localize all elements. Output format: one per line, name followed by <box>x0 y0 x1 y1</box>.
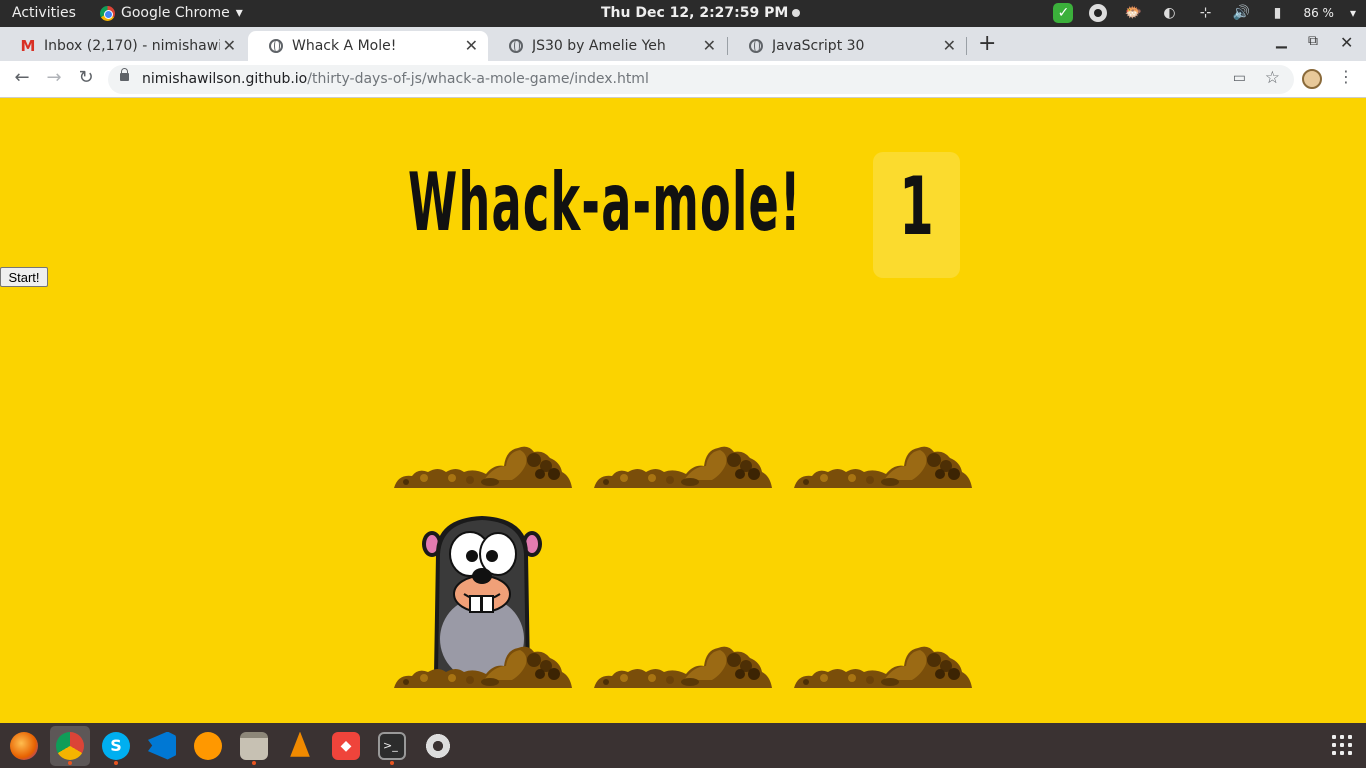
globe-icon <box>268 38 284 54</box>
score-value: 1 <box>899 160 934 253</box>
reload-button[interactable]: ↻ <box>74 67 98 88</box>
firefox-icon <box>10 731 38 760</box>
url-host: nimishawilson.github.io <box>142 71 308 87</box>
forward-button[interactable]: → <box>42 67 66 88</box>
battery-level: 86 % <box>1303 6 1334 20</box>
check-icon[interactable]: ✓ <box>1053 3 1074 23</box>
battery-icon[interactable]: ▮ <box>1267 3 1287 23</box>
bookmark-star-icon[interactable]: ☆ <box>1265 68 1280 88</box>
new-tab-button[interactable]: + <box>978 31 996 56</box>
skype-icon: S <box>102 731 130 760</box>
close-window-button[interactable]: ✕ <box>1340 33 1353 52</box>
minimize-button[interactable]: ▁ <box>1276 33 1287 49</box>
running-indicator <box>390 760 394 765</box>
clock[interactable]: Thu Dec 12, 2:27:59 PM <box>601 5 801 21</box>
hole-2[interactable] <box>594 288 772 488</box>
running-indicator <box>252 760 256 765</box>
page-title: Whack-a-mole! <box>408 156 802 249</box>
close-icon[interactable]: ✕ <box>223 36 236 55</box>
vscode-icon <box>148 731 176 760</box>
globe-icon <box>508 38 524 54</box>
dirt-mound <box>794 646 972 688</box>
system-tray[interactable]: ✓ 🐡 ◐ ⊹ 🔊 ▮ 86 % ▾ <box>1053 3 1356 23</box>
chevron-down-icon: ▾ <box>235 5 243 21</box>
show-applications-button[interactable] <box>1332 735 1352 755</box>
dirt-mound <box>594 446 772 488</box>
dock-item-sublime[interactable] <box>188 726 228 766</box>
close-icon[interactable]: ✕ <box>943 36 956 55</box>
app-menu-label: Google Chrome <box>121 5 230 21</box>
network-icon[interactable]: ⊹ <box>1195 3 1215 23</box>
back-button[interactable]: ← <box>10 67 34 88</box>
running-indicator <box>114 760 118 765</box>
cast-icon[interactable]: ▭ <box>1233 70 1246 86</box>
url-path: /thirty-days-of-js/whack-a-mole-game/ind… <box>307 71 649 87</box>
score-box: 1 <box>873 152 960 278</box>
tab-strip: M Inbox (2,170) - nimishawilson ✕ Whack … <box>0 27 1366 61</box>
tab-gmail[interactable]: M Inbox (2,170) - nimishawilson ✕ <box>0 31 246 61</box>
files-icon <box>240 731 268 760</box>
tab-js30-amelie[interactable]: JS30 by Amelie Yeh ✕ <box>488 31 726 61</box>
dock-item-settings[interactable] <box>418 726 458 766</box>
ubuntu-dock: S ◆ >_ <box>0 723 1366 768</box>
dock-item-terminal[interactable]: >_ <box>372 726 412 766</box>
close-icon[interactable]: ✕ <box>465 36 478 55</box>
settings-gear-icon <box>424 731 452 760</box>
running-indicator <box>68 760 72 765</box>
sublime-icon <box>194 731 222 760</box>
menu-kebab-icon[interactable]: ⋮ <box>1338 67 1354 86</box>
notification-dot <box>792 9 801 17</box>
dirt-mound <box>394 446 572 488</box>
restore-button[interactable]: ⧉ <box>1308 33 1318 49</box>
fish-icon[interactable]: 🐡 <box>1123 3 1143 23</box>
volume-icon[interactable]: 🔊 <box>1231 3 1251 23</box>
dirt-mound <box>394 646 572 688</box>
tab-title: Whack A Mole! <box>292 38 397 54</box>
anydesk-icon: ◆ <box>332 731 360 760</box>
dock-item-skype[interactable]: S <box>96 726 136 766</box>
lock-icon[interactable] <box>120 68 129 81</box>
eye-icon[interactable] <box>1089 4 1108 22</box>
hole-6[interactable] <box>794 488 972 688</box>
terminal-icon: >_ <box>378 731 406 760</box>
profile-avatar[interactable] <box>1302 69 1322 89</box>
tab-title: JavaScript 30 <box>772 38 865 54</box>
browser-toolbar: ← → ↻ nimishawilson.github.io/thirty-day… <box>0 61 1366 98</box>
start-button[interactable]: Start! <box>0 267 48 287</box>
chrome-icon <box>56 731 84 760</box>
gmail-icon: M <box>20 37 36 55</box>
tab-javascript30[interactable]: JavaScript 30 ✕ <box>728 31 966 61</box>
hole-1[interactable] <box>394 288 572 488</box>
hole-3[interactable] <box>794 288 972 488</box>
system-top-bar: Activities Google Chrome ▾ Thu Dec 12, 2… <box>0 0 1366 27</box>
dock-item-firefox[interactable] <box>4 726 44 766</box>
vlc-cone-icon <box>290 731 310 757</box>
dirt-mound <box>794 446 972 488</box>
tab-title: Inbox (2,170) - nimishawilson <box>44 38 220 54</box>
whack-a-mole-page: Whack-a-mole! 1 Start! <box>0 98 1366 723</box>
dock-item-vscode[interactable] <box>142 726 182 766</box>
dock-item-chrome[interactable] <box>50 725 90 766</box>
url-text[interactable]: nimishawilson.github.io/thirty-days-of-j… <box>142 71 649 87</box>
tab-separator <box>966 37 967 55</box>
sync-icon[interactable]: ◐ <box>1159 3 1179 23</box>
hole-4[interactable] <box>394 488 572 688</box>
dock-item-files[interactable] <box>234 726 274 766</box>
dock-item-vlc[interactable] <box>280 726 320 766</box>
address-bar[interactable]: nimishawilson.github.io/thirty-days-of-j… <box>108 65 1294 94</box>
chevron-down-icon[interactable]: ▾ <box>1350 6 1356 20</box>
hole-5[interactable] <box>594 488 772 688</box>
app-menu[interactable]: Google Chrome ▾ <box>100 5 243 21</box>
chrome-icon <box>100 5 115 21</box>
dirt-mound <box>594 646 772 688</box>
close-icon[interactable]: ✕ <box>703 36 716 55</box>
activities-button[interactable]: Activities <box>12 5 76 21</box>
globe-icon <box>748 38 764 54</box>
dock-item-anydesk[interactable]: ◆ <box>326 726 366 766</box>
tab-title: JS30 by Amelie Yeh <box>532 38 666 54</box>
tab-whack-a-mole[interactable]: Whack A Mole! ✕ <box>248 31 488 61</box>
clock-label: Thu Dec 12, 2:27:59 PM <box>601 5 789 21</box>
